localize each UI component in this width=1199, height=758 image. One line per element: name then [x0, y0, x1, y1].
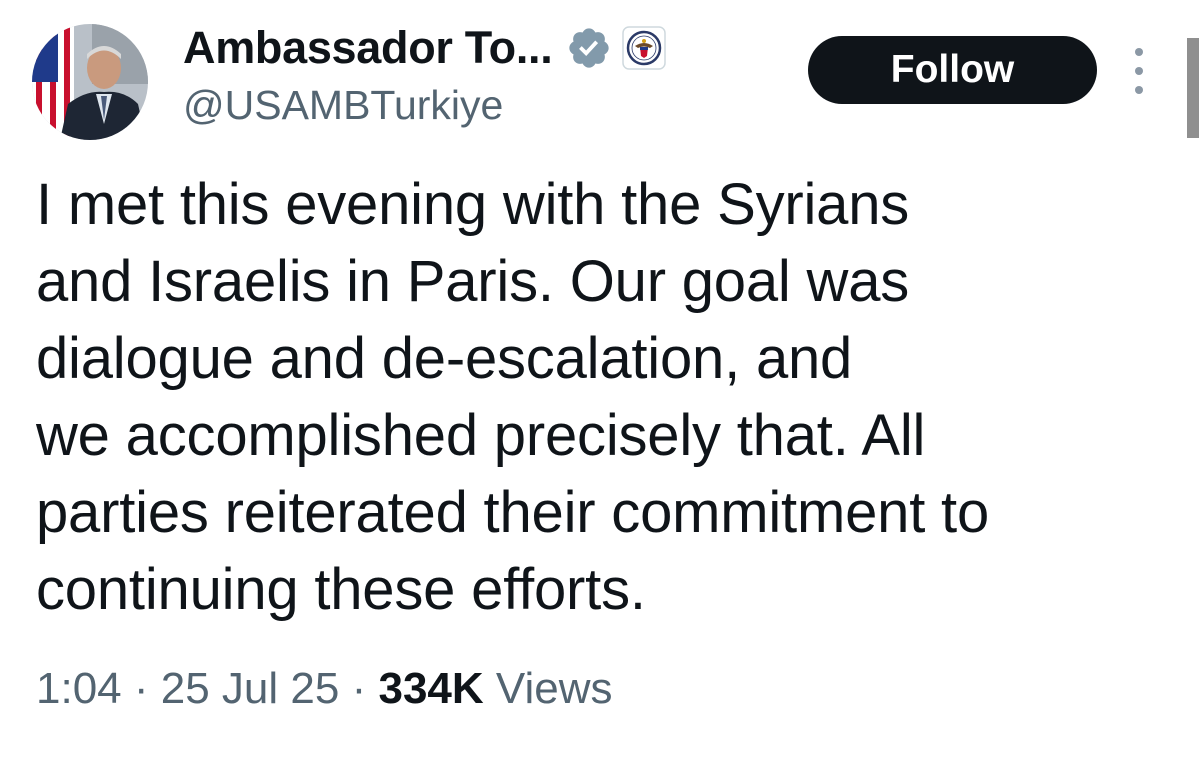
tweet-date[interactable]: 25 Jul 25 [161, 664, 340, 713]
more-dot [1135, 48, 1143, 56]
author-handle[interactable]: @USAMBTurkiye [183, 82, 503, 129]
meta-separator: · [351, 664, 367, 713]
meta-separator: · [133, 664, 149, 713]
tweet-metadata: 1:04 · 25 Jul 25 · 334K Views [36, 664, 612, 714]
views-label: Views [495, 664, 613, 713]
more-dot [1135, 86, 1143, 94]
author-name-row: Ambassador To... [183, 18, 667, 78]
verified-badge-icon[interactable] [566, 25, 612, 71]
display-name[interactable]: Ambassador To... [183, 22, 553, 74]
tweet-time[interactable]: 1:04 [36, 664, 122, 713]
scrollbar[interactable] [1187, 38, 1199, 138]
follow-button[interactable]: Follow [808, 36, 1097, 104]
more-dot [1135, 67, 1143, 75]
tweet-text: I met this evening with the Syrians and … [36, 172, 989, 622]
views-count[interactable]: 334K [378, 664, 483, 713]
state-department-seal-icon[interactable] [622, 26, 667, 70]
more-vertical-icon[interactable] [1126, 48, 1152, 94]
avatar[interactable] [32, 24, 148, 140]
